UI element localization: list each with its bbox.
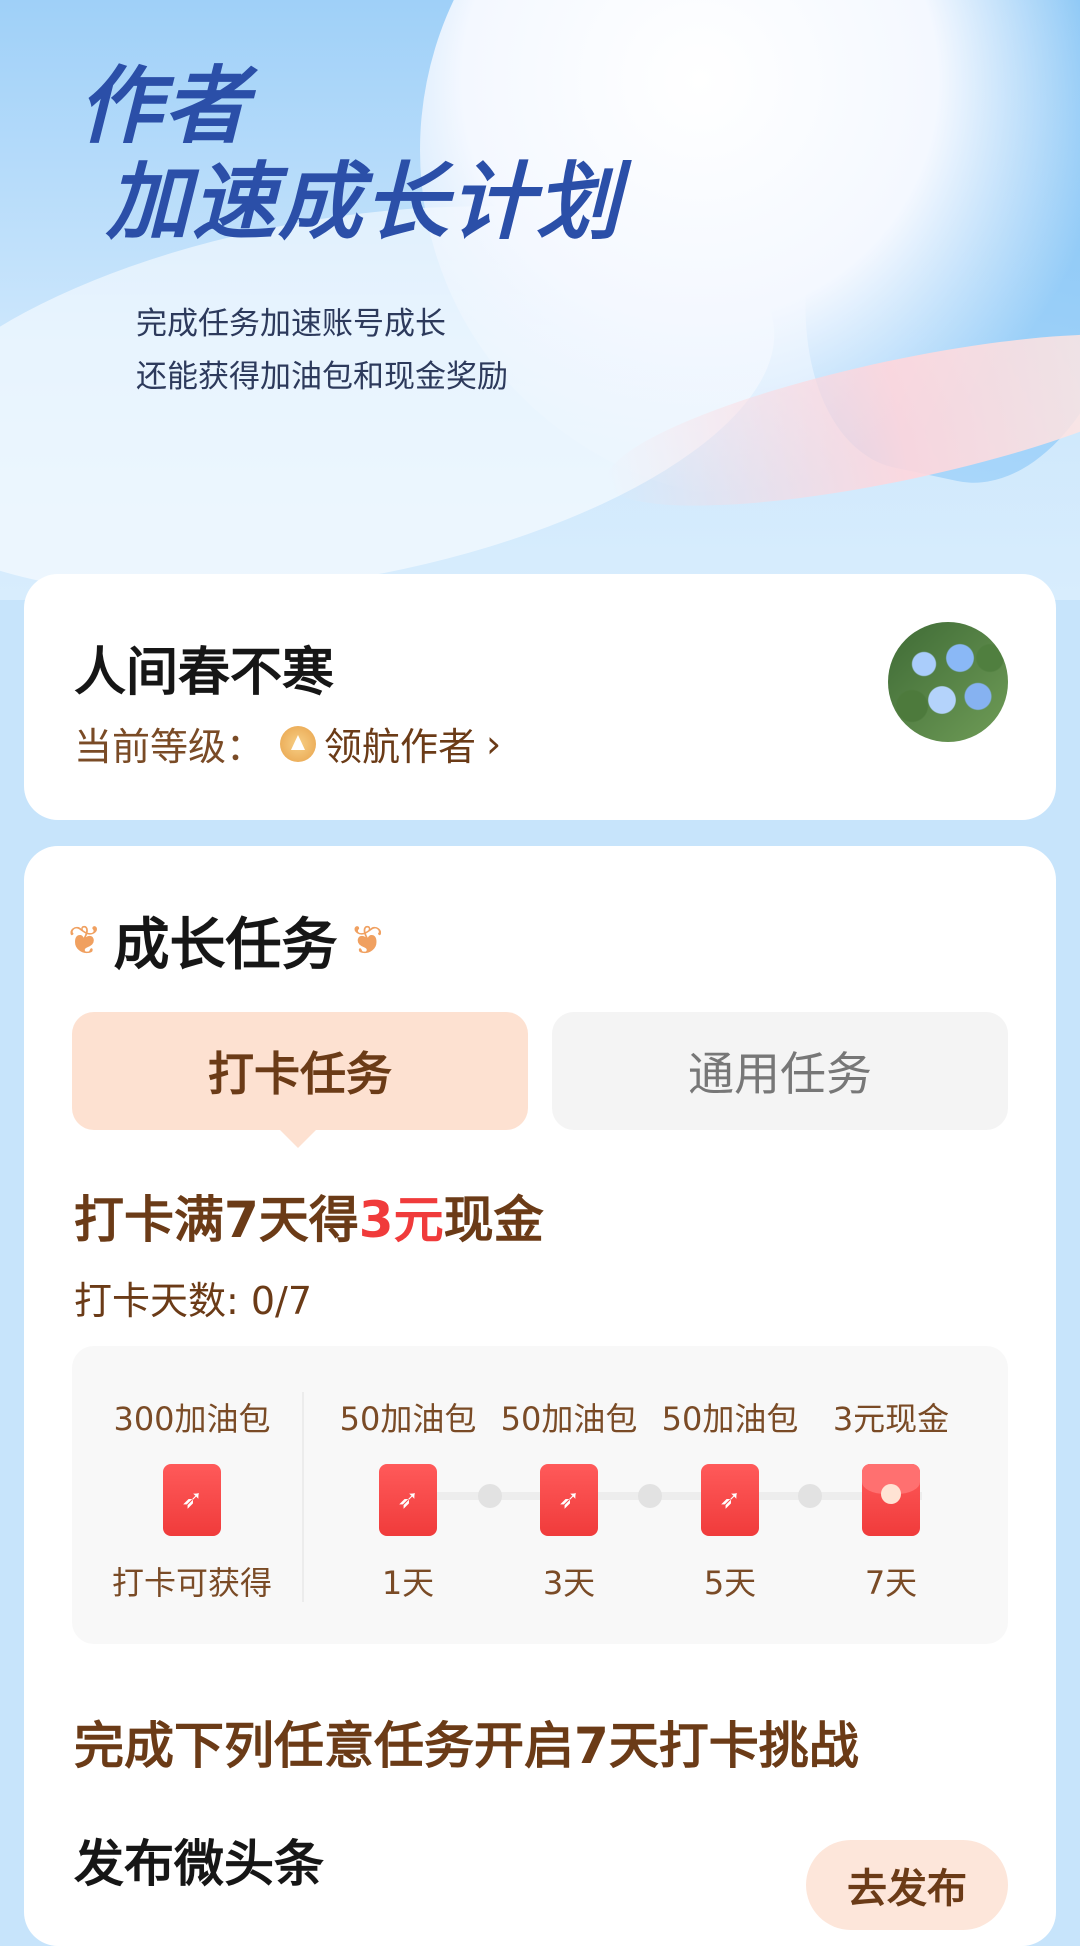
level-row[interactable]: 当前等级： 领航作者 › <box>74 716 501 771</box>
hero-banner: 作者 加速成长计划 完成任务加速账号成长 还能获得加油包和现金奖励 <box>0 0 1080 600</box>
tab-checkin-tasks[interactable]: 打卡任务 <box>72 1012 528 1148</box>
reward-day: 1天 <box>381 1564 435 1602</box>
reward-panel: 300加油包 ➶ 打卡可获得 50加油包 ➶ 1天 50加油包 ➶ 3天 50加… <box>72 1346 1008 1644</box>
profile-card: 人间春不寒 当前等级： 领航作者 › <box>24 574 1056 820</box>
reward-item: 50加油包 ➶ 5天 <box>650 1394 810 1604</box>
rocket-envelope-icon: ➶ <box>540 1464 598 1536</box>
reward-item: 300加油包 ➶ 打卡可获得 <box>112 1394 272 1604</box>
checkin-day-count: 打卡天数: 0/7 <box>74 1279 313 1323</box>
level-name: 领航作者 <box>324 725 477 769</box>
reward-day: 5天 <box>703 1564 757 1602</box>
growth-tasks-card: ❦ 成长任务 ❦ 打卡任务 通用任务 打卡满7天得3元现金 打卡天数: 0/7 … <box>24 846 1056 1946</box>
rocket-envelope-icon: ➶ <box>701 1464 759 1536</box>
username: 人间春不寒 <box>74 643 335 703</box>
task-name: 发布微头条 <box>74 1835 324 1893</box>
rocket-envelope-icon: ➶ <box>379 1464 437 1536</box>
checkin-title-suffix: 现金 <box>443 1191 544 1249</box>
hero-subtitle-line2: 还能获得加油包和现金奖励 <box>136 359 508 395</box>
checkin-title-prefix: 打卡满7天得 <box>74 1191 359 1249</box>
reward-label: 3元现金 <box>832 1400 950 1438</box>
reward-item: 3元现金 7天 <box>811 1394 971 1604</box>
hero-title-line2: 加速成长计划 <box>106 152 623 251</box>
cash-envelope-icon <box>862 1464 920 1536</box>
challenge-title: 完成下列任意任务开启7天打卡挑战 <box>74 1717 859 1775</box>
laurel-left-icon: ❦ <box>68 917 102 964</box>
reward-label: 50加油包 <box>661 1400 799 1438</box>
rocket-envelope-icon: ➶ <box>163 1464 221 1536</box>
reward-item: 50加油包 ➶ 3天 <box>489 1394 649 1604</box>
reward-day: 打卡可获得 <box>112 1564 273 1602</box>
reward-label: 50加油包 <box>500 1400 638 1438</box>
reward-divider <box>302 1392 304 1602</box>
reward-label: 300加油包 <box>113 1400 271 1438</box>
checkin-title-highlight: 3元 <box>358 1191 444 1249</box>
section-title: 成长任务 <box>113 913 338 978</box>
reward-day: 7天 <box>864 1564 918 1602</box>
hero-title: 作者 加速成长计划 <box>78 58 622 250</box>
section-header: ❦ 成长任务 ❦ <box>68 900 383 981</box>
laurel-right-icon: ❦ <box>349 917 384 964</box>
publish-button[interactable]: 去发布 <box>806 1840 1008 1930</box>
avatar[interactable] <box>888 622 1008 742</box>
reward-day: 3天 <box>542 1564 596 1602</box>
sailboat-level-icon <box>280 725 317 762</box>
chevron-right-icon: › <box>486 721 502 766</box>
hero-subtitle: 完成任务加速账号成长 还能获得加油包和现金奖励 <box>136 298 508 404</box>
reward-item: 50加油包 ➶ 1天 <box>328 1394 488 1604</box>
checkin-title: 打卡满7天得3元现金 <box>74 1180 544 1252</box>
reward-label: 50加油包 <box>339 1400 477 1438</box>
hero-title-line1: 作者 <box>78 56 251 155</box>
hero-subtitle-line1: 完成任务加速账号成长 <box>136 306 446 342</box>
level-label: 当前等级： <box>74 725 265 769</box>
tab-general-tasks[interactable]: 通用任务 <box>552 1012 1008 1130</box>
